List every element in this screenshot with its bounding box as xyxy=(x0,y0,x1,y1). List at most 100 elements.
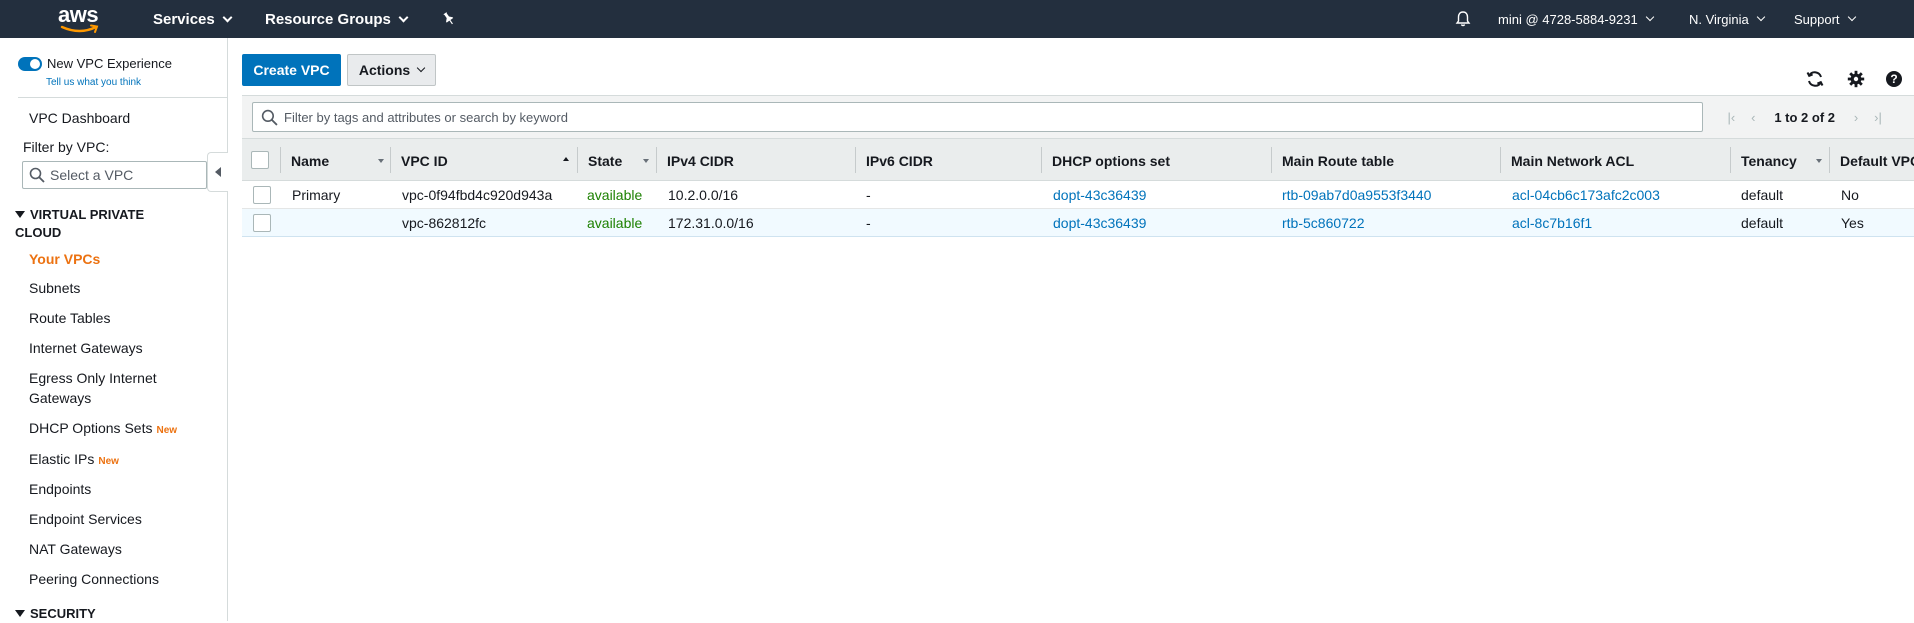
collapse-sidebar-button[interactable] xyxy=(207,152,228,192)
resource-groups-label: Resource Groups xyxy=(265,10,391,28)
new-badge: New xyxy=(98,456,119,467)
section-virtual-private-cloud[interactable]: VIRTUAL PRIVATE CLOUD xyxy=(15,206,165,242)
cell-dhcp-options-link[interactable]: dopt-43c36439 xyxy=(1053,181,1146,209)
search-placeholder: Filter by tags and attributes or search … xyxy=(284,109,568,125)
cell-route-table-link[interactable]: rtb-5c860722 xyxy=(1282,209,1365,237)
notifications-button[interactable] xyxy=(1454,0,1472,38)
cell-default-vpc: No xyxy=(1841,187,1859,203)
sidebar-item-dhcp-options-sets[interactable]: DHCP Options Sets New xyxy=(29,418,177,441)
first-page-icon[interactable]: |‹ xyxy=(1720,110,1742,125)
resource-groups-menu[interactable]: Resource Groups xyxy=(265,0,409,38)
search-input[interactable]: Filter by tags and attributes or search … xyxy=(252,102,1703,132)
column-header-default-vpc[interactable]: Default VPC xyxy=(1829,139,1914,182)
search-icon xyxy=(261,109,278,126)
support-label: Support xyxy=(1794,11,1840,27)
sidebar-item-route-tables[interactable]: Route Tables xyxy=(29,308,110,328)
feedback-link[interactable]: Tell us what you think xyxy=(46,77,141,88)
column-label: Main Network ACL xyxy=(1511,152,1635,169)
sidebar-item-internet-gateways[interactable]: Internet Gateways xyxy=(29,338,143,358)
column-header-main-route-table[interactable]: Main Route table xyxy=(1271,139,1500,182)
vpc-filter-select[interactable]: Select a VPC xyxy=(22,161,207,189)
region-menu[interactable]: N. Virginia xyxy=(1689,0,1765,38)
chevron-down-icon xyxy=(398,12,409,22)
filter-bar: Filter by tags and attributes or search … xyxy=(242,96,1914,138)
sidebar-item-label: Elastic IPs xyxy=(29,451,95,467)
column-label: IPv4 CIDR xyxy=(667,152,734,169)
top-navigation-bar: aws Services Resource Groups mini @ 4728… xyxy=(0,0,1914,38)
cell-ipv6-cidr: - xyxy=(866,187,871,203)
cell-vpc-id: vpc-862812fc xyxy=(402,215,487,231)
row-checkbox[interactable] xyxy=(253,214,271,232)
sort-ascending-icon[interactable] xyxy=(563,157,569,161)
next-page-icon[interactable]: › xyxy=(1845,110,1867,125)
sidebar-item-egress-only-internet-gateways[interactable]: Egress Only Internet Gateways xyxy=(29,368,179,408)
pin-button[interactable] xyxy=(441,0,457,38)
settings-button[interactable] xyxy=(1845,68,1867,90)
account-menu[interactable]: mini @ 4728-5884-9231 xyxy=(1498,0,1654,38)
cell-ipv4-cidr: 172.31.0.0/16 xyxy=(668,215,754,231)
row-checkbox[interactable] xyxy=(253,186,271,204)
sidebar-item-vpc-dashboard[interactable]: VPC Dashboard xyxy=(29,108,130,128)
table-header: Name VPC ID State IPv4 CIDR IPv6 CIDR DH… xyxy=(242,138,1914,181)
column-header-name[interactable]: Name xyxy=(280,139,390,182)
section-security-label: SECURITY xyxy=(30,606,96,621)
cell-name: Primary xyxy=(292,187,341,203)
actions-label: Actions xyxy=(358,62,411,78)
sidebar-item-subnets[interactable]: Subnets xyxy=(29,278,80,298)
cell-dhcp-options-link[interactable]: dopt-43c36439 xyxy=(1053,209,1146,237)
column-label: IPv6 CIDR xyxy=(866,152,933,169)
column-header-ipv6-cidr[interactable]: IPv6 CIDR xyxy=(855,139,1041,182)
sidebar-item-peering-connections[interactable]: Peering Connections xyxy=(29,569,159,589)
aws-logo[interactable]: aws xyxy=(58,2,102,34)
cell-tenancy: default xyxy=(1741,215,1784,231)
sidebar-item-endpoint-services[interactable]: Endpoint Services xyxy=(29,509,142,529)
column-header-state[interactable]: State xyxy=(577,139,647,182)
column-label: Name xyxy=(291,152,330,169)
bell-icon xyxy=(1455,11,1471,27)
sidebar-item-elastic-ips[interactable]: Elastic IPs New xyxy=(29,449,119,472)
chevron-down-icon xyxy=(1645,12,1654,22)
section-security[interactable]: SECURITY xyxy=(15,605,165,623)
sidebar: New VPC Experience Tell us what you thin… xyxy=(0,38,228,621)
column-header-dhcp-options-set[interactable]: DHCP options set xyxy=(1041,139,1271,182)
cell-tenancy: default xyxy=(1741,187,1784,203)
column-label: State xyxy=(588,152,623,169)
select-all-checkbox[interactable] xyxy=(251,151,269,169)
cell-network-acl-link[interactable]: acl-8c7b16f1 xyxy=(1512,209,1592,237)
sidebar-item-nat-gateways[interactable]: NAT Gateways xyxy=(29,539,122,559)
help-button[interactable]: ? xyxy=(1883,68,1905,90)
cell-network-acl-link[interactable]: acl-04cb6c173afc2c003 xyxy=(1512,181,1660,209)
region-label: N. Virginia xyxy=(1689,11,1749,27)
column-label: Tenancy xyxy=(1741,152,1797,169)
column-header-ipv4-cidr[interactable]: IPv4 CIDR xyxy=(656,139,856,182)
column-header-vpc-id[interactable]: VPC ID xyxy=(390,139,570,182)
sort-icon[interactable] xyxy=(1816,159,1822,163)
sort-icon[interactable] xyxy=(643,159,649,163)
new-vpc-experience-toggle-row[interactable]: New VPC Experience xyxy=(18,56,172,71)
sort-icon[interactable] xyxy=(378,159,384,163)
chevron-down-icon xyxy=(1847,12,1856,22)
chevron-down-icon xyxy=(1756,12,1765,22)
new-vpc-experience-toggle[interactable] xyxy=(18,56,42,71)
prev-page-icon[interactable]: ‹ xyxy=(1742,110,1764,125)
pin-icon xyxy=(443,12,454,25)
last-page-icon[interactable]: ›| xyxy=(1867,110,1889,125)
column-header-main-network-acl[interactable]: Main Network ACL xyxy=(1500,139,1730,182)
support-menu[interactable]: Support xyxy=(1794,0,1856,38)
table-row[interactable]: Primary vpc-0f94fbd4c920d943a available … xyxy=(242,181,1914,209)
cell-vpc-id: vpc-0f94fbd4c920d943a xyxy=(402,187,553,203)
actions-dropdown-button[interactable]: Actions xyxy=(347,54,436,86)
cell-route-table-link[interactable]: rtb-09ab7d0a9553f3440 xyxy=(1282,181,1431,209)
services-menu-label: Services xyxy=(153,10,215,28)
sidebar-item-endpoints[interactable]: Endpoints xyxy=(29,479,91,499)
svg-text:?: ? xyxy=(1890,72,1897,86)
services-menu[interactable]: Services xyxy=(153,0,233,38)
table-row[interactable]: vpc-862812fc available 172.31.0.0/16 - d… xyxy=(242,209,1914,237)
create-vpc-button[interactable]: Create VPC xyxy=(242,54,341,86)
caret-down-icon xyxy=(15,211,25,218)
sidebar-item-your-vpcs[interactable]: Your VPCs xyxy=(29,249,100,269)
refresh-button[interactable] xyxy=(1804,68,1826,90)
aws-smile-icon xyxy=(60,24,99,33)
filter-by-vpc-label: Filter by VPC: xyxy=(23,139,110,155)
column-header-tenancy[interactable]: Tenancy xyxy=(1730,139,1830,182)
